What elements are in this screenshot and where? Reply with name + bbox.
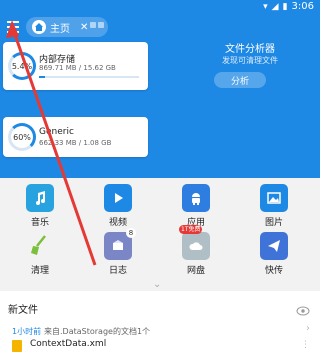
category-transfer[interactable]: 快传 — [242, 232, 306, 276]
recent-file-name[interactable]: ContextData.xml — [30, 339, 106, 349]
toolbar: 主页 ✕ — [0, 14, 320, 42]
category-cloud[interactable]: 1T免费 网盘 — [164, 225, 228, 276]
category-video[interactable]: 视频 — [86, 184, 150, 228]
chevron-down-icon[interactable]: ⌄ — [153, 279, 161, 290]
storage-percent: 5.4% — [11, 61, 33, 71]
storage-title: Generic — [39, 127, 74, 137]
cloud-free-badge: 1T免费 — [179, 225, 203, 234]
music-icon — [26, 184, 54, 212]
storage-usage: 869.71 MB / 15.62 GB — [39, 64, 116, 72]
storage-card-generic[interactable]: 60% Generic 662.33 MB / 1.08 GB — [3, 117, 148, 157]
category-cleaner[interactable]: 清理 — [8, 232, 72, 276]
category-log[interactable]: 8 日志 — [86, 228, 150, 276]
category-label: 快传 — [264, 266, 283, 276]
category-label: 日志 — [108, 266, 127, 276]
image-icon — [260, 184, 288, 212]
square-icon — [98, 22, 104, 28]
close-icon[interactable]: ✕ — [80, 22, 88, 33]
analyzer-subtitle: 发现可清理文件 — [222, 56, 278, 65]
cloud-icon: 1T免费 — [179, 225, 210, 260]
category-apps[interactable]: 应用 — [164, 184, 228, 228]
storage-progress — [39, 76, 139, 78]
android-icon — [182, 184, 210, 212]
battery-icon: ▮ — [282, 1, 288, 12]
storage-usage: 662.33 MB / 1.08 GB — [39, 139, 112, 147]
more-icon[interactable]: ⋮ — [301, 340, 310, 350]
category-label: 网盘 — [186, 266, 205, 276]
analyze-button[interactable]: 分析 — [214, 72, 266, 88]
chevron-right-icon[interactable]: › — [306, 323, 310, 334]
home-icon — [32, 20, 46, 34]
recent-files: 新文件 1小时前 来自.DataStorage的文档1个 › ContextDa… — [0, 291, 320, 358]
category-label: 音乐 — [30, 218, 49, 228]
status-bar: ▾ ◢ ▮ 3:06 — [0, 0, 320, 14]
recent-time: 1小时前 — [12, 327, 42, 336]
category-label: 清理 — [30, 266, 49, 276]
storage-percent: 60% — [13, 132, 31, 142]
square-icon — [90, 22, 96, 28]
storage-ring: 60% — [8, 123, 36, 151]
broom-icon — [26, 232, 54, 260]
category-grid: 音乐 视频 应用 图片 清理 8 日志 1T免费 网盘 快传 ⌄ — [0, 178, 320, 290]
storage-card-internal[interactable]: 5.4% 内部存储 869.71 MB / 15.62 GB — [3, 42, 148, 90]
recent-title: 新文件 — [8, 305, 38, 316]
category-music[interactable]: 音乐 — [8, 184, 72, 228]
category-label: 图片 — [264, 218, 283, 228]
analyzer-title: 文件分析器 — [225, 44, 275, 55]
category-label: 视频 — [108, 218, 127, 228]
tab-overflow-icons[interactable] — [90, 22, 104, 28]
status-time: 3:06 — [291, 1, 314, 12]
log-badge: 8 — [126, 228, 136, 238]
file-icon — [12, 340, 22, 352]
tab-home-label: 主页 — [50, 23, 70, 35]
signal-icon: ◢ — [271, 1, 279, 12]
eye-icon[interactable] — [296, 301, 310, 316]
category-images[interactable]: 图片 — [242, 184, 306, 228]
send-icon — [260, 232, 288, 260]
menu-icon[interactable] — [4, 18, 22, 36]
recent-source: 来自.DataStorage的文档1个 — [44, 327, 151, 336]
status-right: ▾ ◢ ▮ 3:06 — [263, 1, 314, 12]
log-icon: 8 — [104, 228, 136, 260]
video-icon — [104, 184, 132, 212]
wifi-icon: ▾ — [263, 1, 268, 12]
storage-ring: 5.4% — [8, 52, 36, 80]
